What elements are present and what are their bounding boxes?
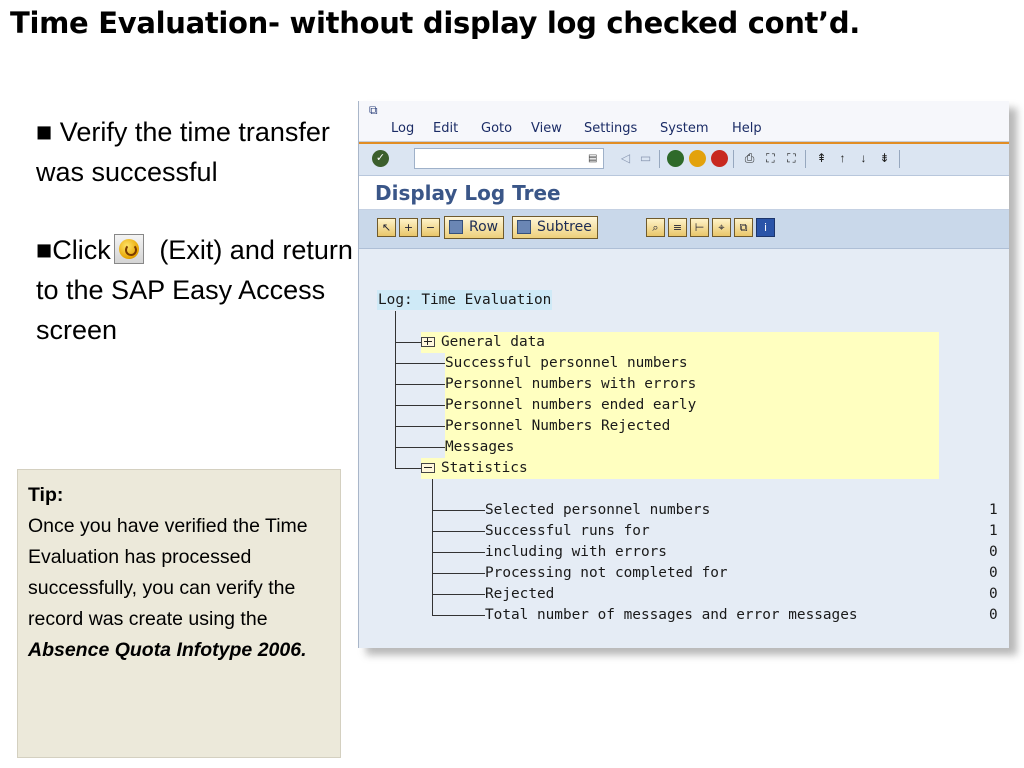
stat-label: Selected personnel numbers — [485, 502, 711, 518]
bullet-list: ■ Verify the time transfer was successfu… — [36, 112, 356, 388]
stat-value: 0 — [989, 544, 998, 560]
tree-connector — [395, 363, 445, 364]
stat-value: 1 — [989, 502, 998, 518]
exit-icon — [113, 234, 144, 264]
tree-connector — [395, 311, 396, 468]
tree-connector — [432, 552, 485, 553]
slide-title: Time Evaluation- without display log che… — [10, 6, 861, 40]
tree-root[interactable]: Log: Time Evaluation — [377, 290, 553, 310]
tree-node-ended-early[interactable]: Personnel numbers ended early — [445, 395, 939, 416]
tree-node-label: General data — [441, 334, 545, 350]
stat-label: Rejected — [485, 586, 555, 602]
tree-node-successful[interactable]: Successful personnel numbers — [445, 353, 939, 374]
expand-folder-icon[interactable] — [421, 337, 435, 347]
tree-connector — [432, 573, 485, 574]
stat-label: including with errors — [485, 544, 667, 560]
tree-connector — [432, 615, 485, 616]
tree-node-errors[interactable]: Personnel numbers with errors — [445, 374, 939, 395]
log-tree: Log: Time Evaluation General data Succes… — [359, 101, 1009, 648]
tree-connector — [395, 384, 445, 385]
stat-value: 0 — [989, 565, 998, 581]
bullet-exit-prefix: ■Click — [36, 235, 111, 265]
tree-node-statistics[interactable]: Statistics — [421, 458, 939, 479]
tip-emphasis: Absence Quota Infotype 2006. — [28, 639, 307, 661]
tip-box: Tip: Once you have verified the Time Eva… — [17, 469, 341, 758]
tree-connector — [395, 447, 445, 448]
stat-label: Successful runs for — [485, 523, 650, 539]
tree-node-general-data[interactable]: General data — [421, 332, 939, 353]
tip-heading: Tip: — [28, 484, 64, 506]
sap-window: ⧉ Log Edit Goto View Settings System Hel… — [358, 101, 1009, 648]
tree-connector — [395, 342, 421, 343]
stat-value: 0 — [989, 586, 998, 602]
tree-connector — [395, 468, 421, 469]
stat-value: 0 — [989, 607, 998, 623]
tree-node-messages[interactable]: Messages — [445, 437, 939, 458]
stat-label: Total number of messages and error messa… — [485, 607, 858, 623]
collapse-folder-icon[interactable] — [421, 463, 435, 473]
tree-connector — [395, 426, 445, 427]
tree-connector — [432, 510, 485, 511]
tip-body: Once you have verified the Time Evaluati… — [28, 515, 308, 630]
tree-connector — [432, 594, 485, 595]
stat-label: Processing not completed for — [485, 565, 728, 581]
stat-value: 1 — [989, 523, 998, 539]
tree-connector — [432, 531, 485, 532]
tree-node-label: Statistics — [441, 460, 528, 476]
bullet-verify: ■ Verify the time transfer was successfu… — [36, 117, 330, 187]
bullet-exit: ■Click (Exit) and return to the SAP Easy… — [36, 230, 356, 350]
tree-connector — [395, 405, 445, 406]
tree-node-rejected[interactable]: Personnel Numbers Rejected — [445, 416, 939, 437]
